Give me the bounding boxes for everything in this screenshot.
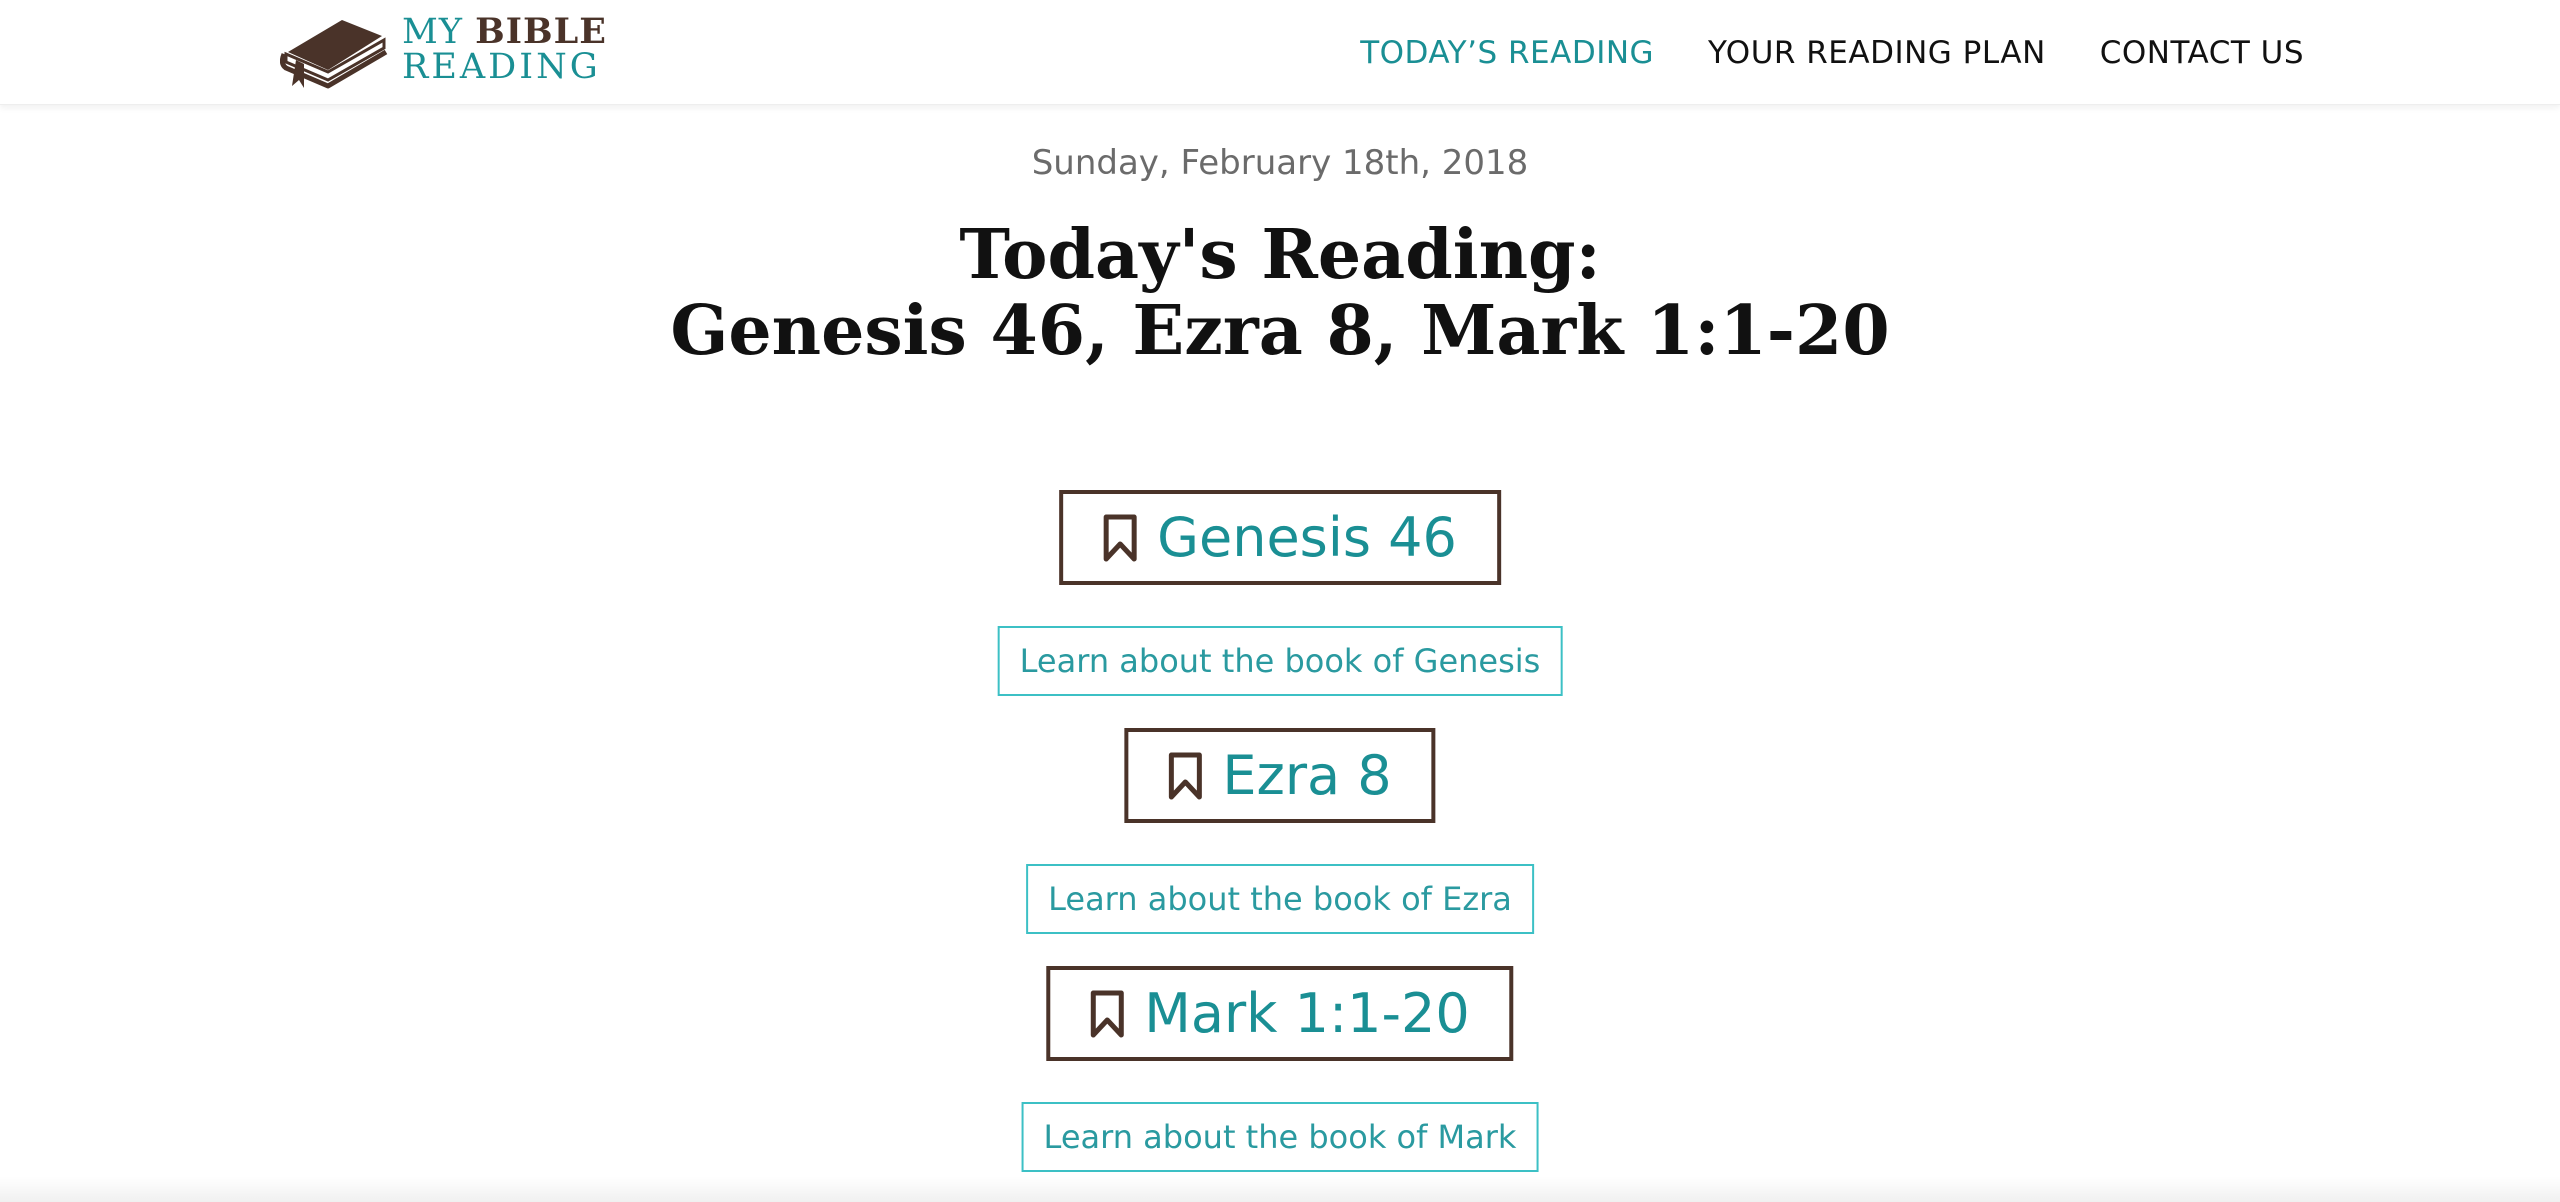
chapter-button-genesis-46[interactable]: Genesis 46 [1059, 490, 1501, 585]
logo-line1: MY BIBLE [402, 14, 607, 50]
page-title: Today's Reading: Genesis 46, Ezra 8, Mar… [0, 217, 2560, 369]
bookmark-icon [1090, 990, 1124, 1037]
bookmark-icon [1103, 514, 1137, 561]
title-line2: Genesis 46, Ezra 8, Mark 1:1-20 [670, 291, 1890, 371]
main-nav: TODAY’S READING YOUR READING PLAN CONTAC… [1360, 0, 2304, 105]
chapter-label: Genesis 46 [1157, 506, 1457, 569]
chapter-label: Mark 1:1-20 [1144, 982, 1470, 1045]
book-icon [280, 20, 388, 89]
logo-line2: READING [402, 47, 601, 87]
bottom-shadow [0, 1176, 2560, 1202]
chapter-button-mark-1-1-20[interactable]: Mark 1:1-20 [1046, 966, 1514, 1061]
title-line1: Today's Reading: [959, 215, 1601, 295]
site-logo[interactable]: MY BIBLE READING [280, 12, 610, 90]
reading-group-genesis: Genesis 46 Learn about the book of Genes… [0, 490, 2560, 728]
reading-list: Genesis 46 Learn about the book of Genes… [0, 490, 2560, 1202]
learn-label: Learn about the book of Genesis [1019, 642, 1541, 680]
learn-book-button-ezra[interactable]: Learn about the book of Ezra [1026, 864, 1534, 934]
learn-book-button-mark[interactable]: Learn about the book of Mark [1021, 1102, 1539, 1172]
learn-label: Learn about the book of Mark [1043, 1118, 1517, 1156]
page: MY BIBLE READING TODAY’S READING YOUR RE… [0, 0, 2560, 1202]
learn-book-button-genesis[interactable]: Learn about the book of Genesis [997, 626, 1563, 696]
chapter-label: Ezra 8 [1222, 744, 1392, 807]
site-header: MY BIBLE READING TODAY’S READING YOUR RE… [0, 0, 2560, 105]
reading-group-mark: Mark 1:1-20 Learn about the book of Mark [0, 966, 2560, 1202]
nav-contact-us[interactable]: CONTACT US [2100, 35, 2304, 71]
nav-your-reading-plan[interactable]: YOUR READING PLAN [1708, 35, 2046, 71]
chapter-button-ezra-8[interactable]: Ezra 8 [1124, 728, 1436, 823]
reading-group-ezra: Ezra 8 Learn about the book of Ezra [0, 728, 2560, 966]
bookmark-icon [1168, 752, 1202, 799]
logo-my: MY [402, 12, 463, 52]
logo-wordmark: MY BIBLE READING [402, 14, 607, 85]
nav-todays-reading[interactable]: TODAY’S READING [1360, 35, 1654, 71]
reading-date: Sunday, February 18th, 2018 [1031, 143, 1529, 183]
logo-bible: BIBLE [475, 11, 607, 52]
learn-label: Learn about the book of Ezra [1048, 880, 1512, 918]
